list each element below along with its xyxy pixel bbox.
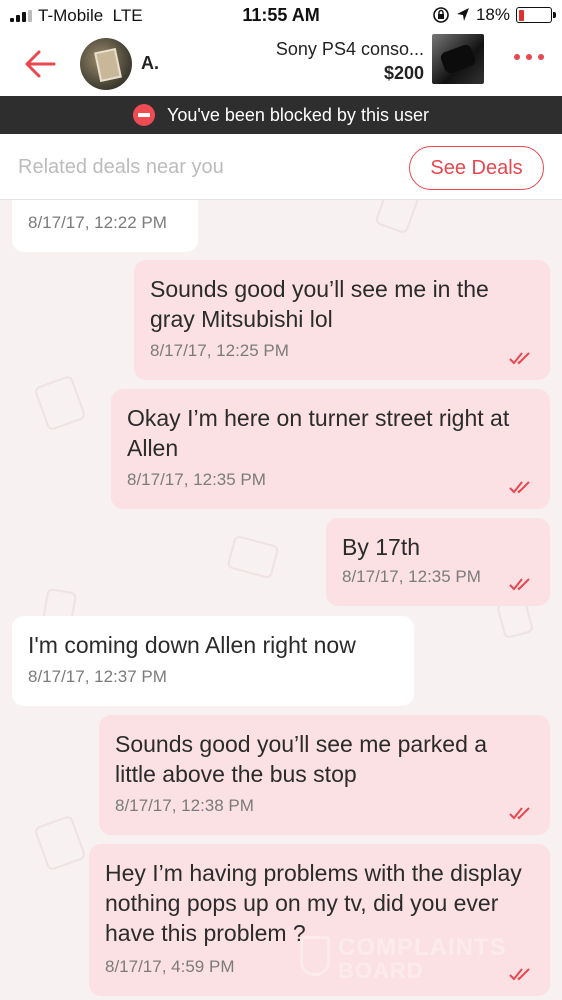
user-avatar[interactable] [80, 38, 132, 90]
background-doodle [374, 200, 420, 235]
message-outgoing[interactable]: Sounds good you’ll see me in the gray Mi… [134, 260, 550, 380]
watermark-logo: COMPLAINTS BOARD [300, 932, 530, 984]
listing-thumbnail[interactable] [432, 34, 484, 84]
double-check-icon [509, 481, 530, 494]
message-text: Okay I’m here on turner street right at … [127, 405, 510, 461]
more-dots-icon[interactable] [514, 54, 544, 60]
message-timestamp: 8/17/17, 12:37 PM [28, 667, 167, 686]
battery-percent: 18% [475, 5, 510, 24]
message-outgoing[interactable]: Sounds good you’ll see me parked a littl… [99, 715, 550, 835]
message-timestamp: 8/17/17, 12:22 PM [28, 213, 167, 232]
shield-icon [300, 936, 330, 976]
message-text: Sounds good you’ll see me in the gray Mi… [150, 276, 489, 332]
related-deals-bar: Related deals near you See Deals [0, 134, 562, 200]
message-outgoing[interactable]: By 17th 8/17/17, 12:35 PM [326, 518, 550, 606]
status-bar: T-Mobile LTE 11:55 AM 18% [0, 0, 562, 32]
message-timestamp: 8/17/17, 12:25 PM [150, 341, 289, 360]
double-check-icon [509, 807, 530, 820]
see-deals-button[interactable]: See Deals [409, 146, 544, 190]
message-timestamp: 8/17/17, 12:38 PM [115, 796, 254, 815]
background-doodle [33, 374, 87, 432]
orientation-lock-icon [433, 7, 449, 23]
status-right: 18% [432, 5, 556, 25]
blocked-icon [133, 104, 156, 126]
blocked-banner: You've been blocked by this user [0, 96, 562, 134]
double-check-icon [509, 578, 530, 591]
message-text: By 17th [342, 534, 420, 560]
battery-icon [516, 7, 556, 23]
battery-level [518, 9, 525, 21]
message-incoming[interactable]: 8/17/17, 12:22 PM [12, 200, 198, 252]
message-text: Sounds good you’ll see me parked a littl… [115, 731, 488, 787]
listing-price: $200 [383, 63, 424, 83]
back-arrow-icon[interactable] [20, 44, 60, 84]
user-name[interactable]: A. [141, 53, 159, 74]
message-outgoing[interactable]: Okay I’m here on turner street right at … [111, 389, 550, 509]
message-text: I'm coming down Allen right now [28, 632, 356, 658]
double-check-icon [509, 352, 530, 365]
chat-thread[interactable]: 8/17/17, 12:22 PM Sounds good you’ll see… [0, 200, 562, 1000]
message-incoming[interactable]: I'm coming down Allen right now 8/17/17,… [12, 616, 414, 706]
watermark-line-2: BOARD [338, 958, 424, 983]
chat-header: A. Sony PS4 conso... $200 [0, 32, 562, 96]
location-icon [456, 8, 469, 21]
background-doodle [226, 534, 280, 580]
related-deals-label: Related deals near you [18, 156, 224, 178]
message-timestamp: 8/17/17, 12:35 PM [342, 567, 481, 586]
message-timestamp: 8/17/17, 4:59 PM [105, 957, 235, 976]
blocked-text: You've been blocked by this user [167, 104, 429, 125]
message-timestamp: 8/17/17, 12:35 PM [127, 470, 266, 489]
background-doodle [33, 814, 87, 872]
listing-title[interactable]: Sony PS4 conso... [276, 39, 424, 60]
